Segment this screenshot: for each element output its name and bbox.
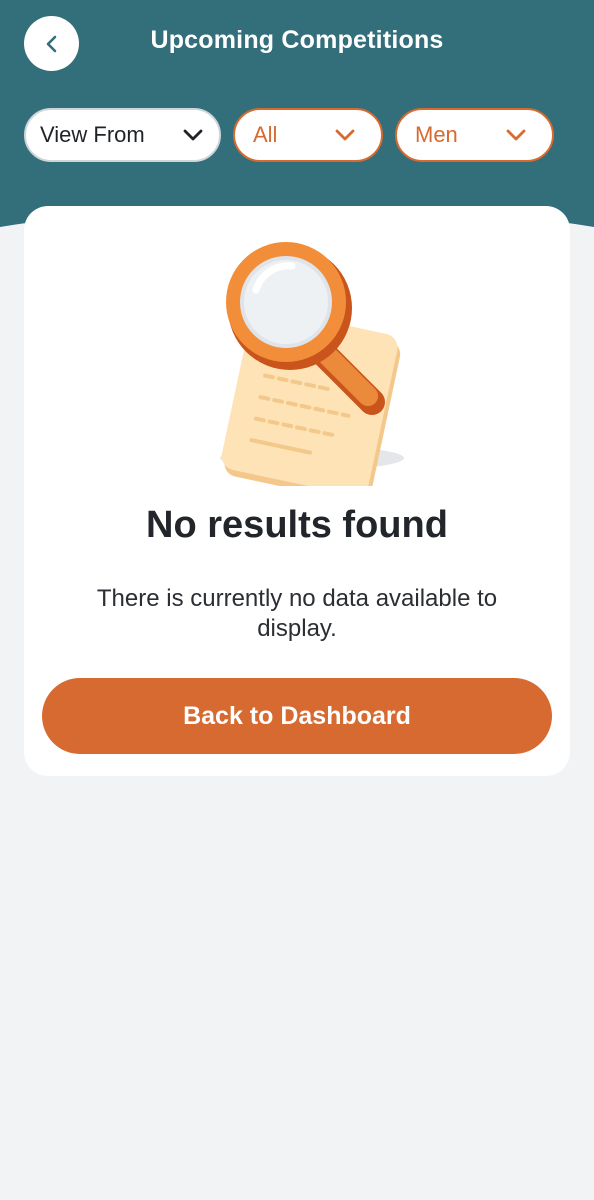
view-from-dropdown[interactable]: View From [24, 108, 221, 162]
chevron-left-icon [46, 35, 56, 52]
view-from-label: View From [40, 122, 145, 147]
empty-state-description: There is currently no data available to … [96, 585, 498, 642]
empty-state-card: No results found There is currently no d… [24, 206, 570, 776]
chevron-down-icon [506, 129, 526, 141]
category-dropdown[interactable]: All [233, 108, 383, 162]
gender-label: Men [415, 122, 458, 147]
competitions-screen: Upcoming Competitions View From All Men [0, 0, 594, 1200]
empty-state-title: No results found [146, 504, 448, 546]
magnifier-over-document-icon [220, 242, 404, 486]
filter-bar: View From All Men [24, 108, 570, 162]
page-title: Upcoming Competitions [150, 26, 444, 54]
back-button[interactable] [24, 16, 79, 71]
gender-dropdown[interactable]: Men [395, 108, 554, 162]
chevron-down-icon [335, 129, 355, 141]
category-label: All [253, 122, 278, 147]
chevron-down-icon [183, 129, 203, 141]
back-to-dashboard-button[interactable]: Back to Dashboard [42, 678, 552, 754]
